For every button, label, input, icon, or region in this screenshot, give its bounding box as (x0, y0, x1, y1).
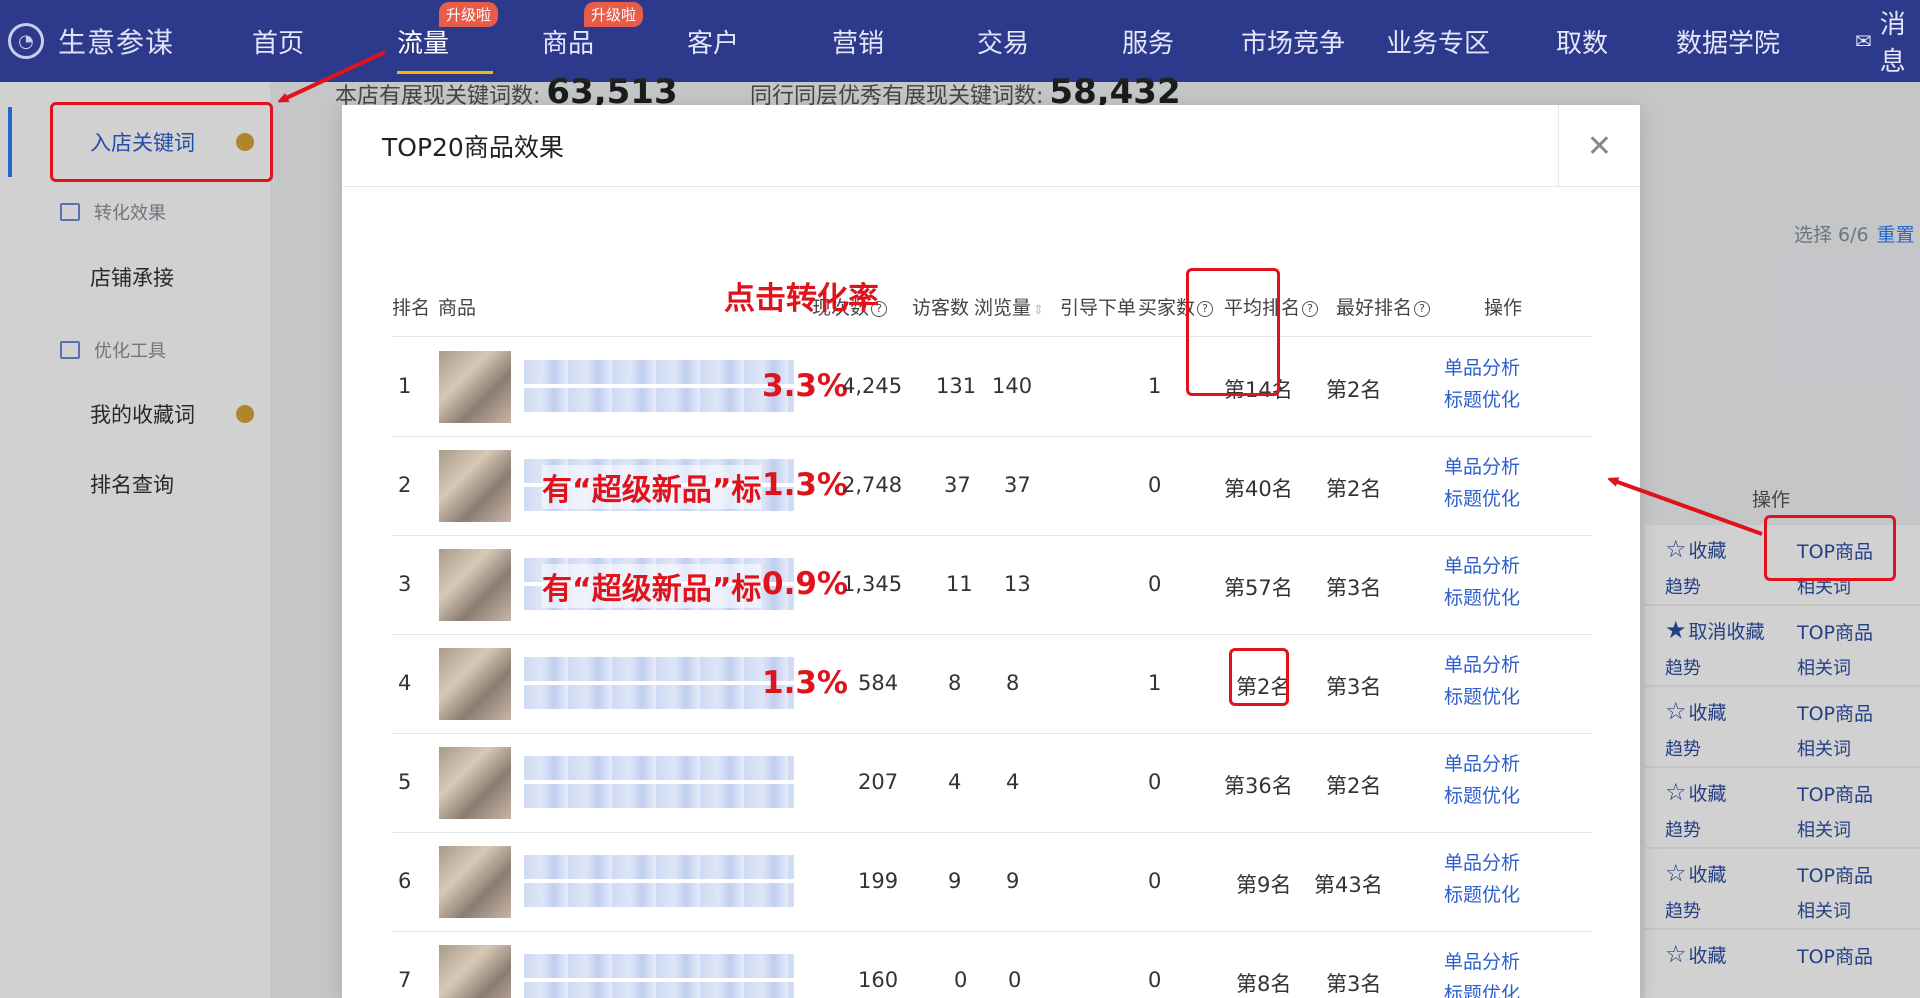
product-thumbnail[interactable] (439, 846, 511, 918)
col-best-rank[interactable]: 最好排名? (1336, 293, 1431, 320)
product-title-blurred[interactable] (524, 657, 794, 709)
modal-header: TOP20商品效果 ✕ (342, 105, 1640, 187)
annotation-box-buyer-row4 (1229, 648, 1289, 706)
help-icon[interactable]: ? (1302, 301, 1319, 317)
nav-item-market-competition[interactable]: 市场竞争 (1241, 0, 1345, 82)
nav-item-business-zone[interactable]: 业务专区 (1386, 0, 1490, 82)
table-row: 2 有“超级新品”标 1.3% 2,748 37 37 0 第40名 第2名 单… (392, 437, 1592, 536)
help-icon[interactable]: ? (1414, 301, 1431, 317)
table-row: 1 3.3% 4,245 131 140 1 第14名 第2名 单品分析 标题优… (392, 338, 1592, 437)
sort-icon[interactable]: ⇕ (1033, 303, 1044, 318)
envelope-icon: ✉ (1855, 29, 1872, 53)
row-ops: 单品分析 标题优化 (1444, 748, 1520, 812)
product-thumbnail[interactable] (439, 945, 511, 998)
nav-item-customer[interactable]: 客户 (687, 0, 739, 82)
super-new-product-note: 有“超级新品”标 (542, 465, 762, 509)
product-thumbnail[interactable] (439, 648, 511, 720)
product-thumbnail[interactable] (439, 351, 511, 423)
table-row: 7 160 0 0 0 第8名 第3名 单品分析 标题优化 (392, 932, 1592, 998)
nav-item-marketing[interactable]: 营销 (832, 0, 884, 82)
table-row: 6 199 9 9 0 第9名 第43名 单品分析 标题优化 (392, 833, 1592, 932)
close-icon: ✕ (1586, 128, 1613, 164)
conversion-rate: 1.3% (762, 665, 848, 701)
modal-title: TOP20商品效果 (382, 132, 564, 162)
nav-item-product[interactable]: 商品 升级啦 (542, 0, 644, 82)
upgrade-badge: 升级啦 (584, 2, 644, 27)
title-optimize-link[interactable]: 标题优化 (1444, 384, 1520, 416)
row-ops: 单品分析 标题优化 (1444, 847, 1520, 911)
col-product: 商品 (438, 297, 477, 319)
annotation-click-conversion: 点击转化率 (724, 281, 879, 317)
conversion-rate: 1.3% (762, 467, 848, 503)
col-ops: 操作 (1484, 297, 1523, 319)
title-optimize-link[interactable]: 标题优化 (1444, 681, 1520, 713)
nav-item-messages[interactable]: ✉ 消息 (1855, 0, 1920, 82)
conversion-rate: 0.9% (762, 566, 848, 602)
col-pageviews[interactable]: 浏览量 ⇕ (974, 293, 1044, 320)
app-logo[interactable]: ◔ 生意参谋 (8, 21, 228, 61)
nav-item-service[interactable]: 服务 (1122, 0, 1174, 82)
product-title-blurred[interactable] (524, 855, 794, 907)
table-header: 排名 商品 现次数? 访客数 浏览量 ⇕ 引导下单 买家数? 平均排名? 最好排名… (392, 275, 1592, 337)
single-product-analysis-link[interactable]: 单品分析 (1444, 847, 1520, 879)
top-nav-bar: ◔ 生意参谋 首页 流量 升级啦 商品 升级啦 客户 营销 交易 服务 市场竞争… (0, 0, 1920, 82)
single-product-analysis-link[interactable]: 单品分析 (1444, 649, 1520, 681)
row-ops: 单品分析 标题优化 (1444, 649, 1520, 713)
nav-item-traffic[interactable]: 流量 升级啦 (397, 0, 499, 82)
title-optimize-link[interactable]: 标题优化 (1444, 780, 1520, 812)
upgrade-badge: 升级啦 (439, 2, 499, 27)
product-thumbnail[interactable] (439, 549, 511, 621)
super-new-product-note: 有“超级新品”标 (542, 564, 762, 608)
table-row: 5 207 4 4 0 第36名 第2名 单品分析 标题优化 (392, 734, 1592, 833)
col-orders[interactable]: 引导下单 (1060, 293, 1136, 320)
product-thumbnail[interactable] (439, 747, 511, 819)
single-product-analysis-link[interactable]: 单品分析 (1444, 748, 1520, 780)
product-title-blurred[interactable] (524, 360, 794, 412)
product-title-blurred[interactable] (524, 954, 794, 998)
app-name: 生意参谋 (58, 26, 175, 59)
row-ops: 单品分析 标题优化 (1444, 352, 1520, 416)
row-ops: 单品分析 标题优化 (1444, 550, 1520, 614)
close-button[interactable]: ✕ (1558, 105, 1640, 187)
top20-products-modal: TOP20商品效果 ✕ 排名 商品 现次数? 访客数 浏览量 ⇕ 引导下单 买家数… (342, 105, 1640, 998)
title-optimize-link[interactable]: 标题优化 (1444, 483, 1520, 515)
row-ops: 单品分析 标题优化 (1444, 946, 1520, 998)
product-thumbnail[interactable] (439, 450, 511, 522)
compass-icon: ◔ (8, 23, 44, 59)
single-product-analysis-link[interactable]: 单品分析 (1444, 550, 1520, 582)
nav-item-fetch-data[interactable]: 取数 (1556, 0, 1608, 82)
annotation-box-top-products (1764, 515, 1896, 581)
title-optimize-link[interactable]: 标题优化 (1444, 879, 1520, 911)
table-row: 4 1.3% 584 8 8 1 第2名 第3名 单品分析 标题优化 (392, 635, 1592, 734)
row-ops: 单品分析 标题优化 (1444, 451, 1520, 515)
single-product-analysis-link[interactable]: 单品分析 (1444, 451, 1520, 483)
col-visitors[interactable]: 访客数 (912, 293, 969, 320)
annotation-box-buyers-column (1186, 268, 1280, 396)
nav-item-home[interactable]: 首页 (252, 0, 304, 82)
nav-item-trade[interactable]: 交易 (977, 0, 1029, 82)
annotation-box-inbound-keywords (50, 102, 273, 182)
single-product-analysis-link[interactable]: 单品分析 (1444, 946, 1520, 978)
conversion-rate: 3.3% (762, 368, 848, 404)
title-optimize-link[interactable]: 标题优化 (1444, 978, 1520, 998)
table-row: 3 有“超级新品”标 0.9% 1,345 11 13 0 第57名 第3名 单… (392, 536, 1592, 635)
title-optimize-link[interactable]: 标题优化 (1444, 582, 1520, 614)
col-rank: 排名 (392, 297, 431, 319)
product-title-blurred[interactable] (524, 756, 794, 808)
single-product-analysis-link[interactable]: 单品分析 (1444, 352, 1520, 384)
nav-item-data-academy[interactable]: 数据学院 (1676, 0, 1780, 82)
